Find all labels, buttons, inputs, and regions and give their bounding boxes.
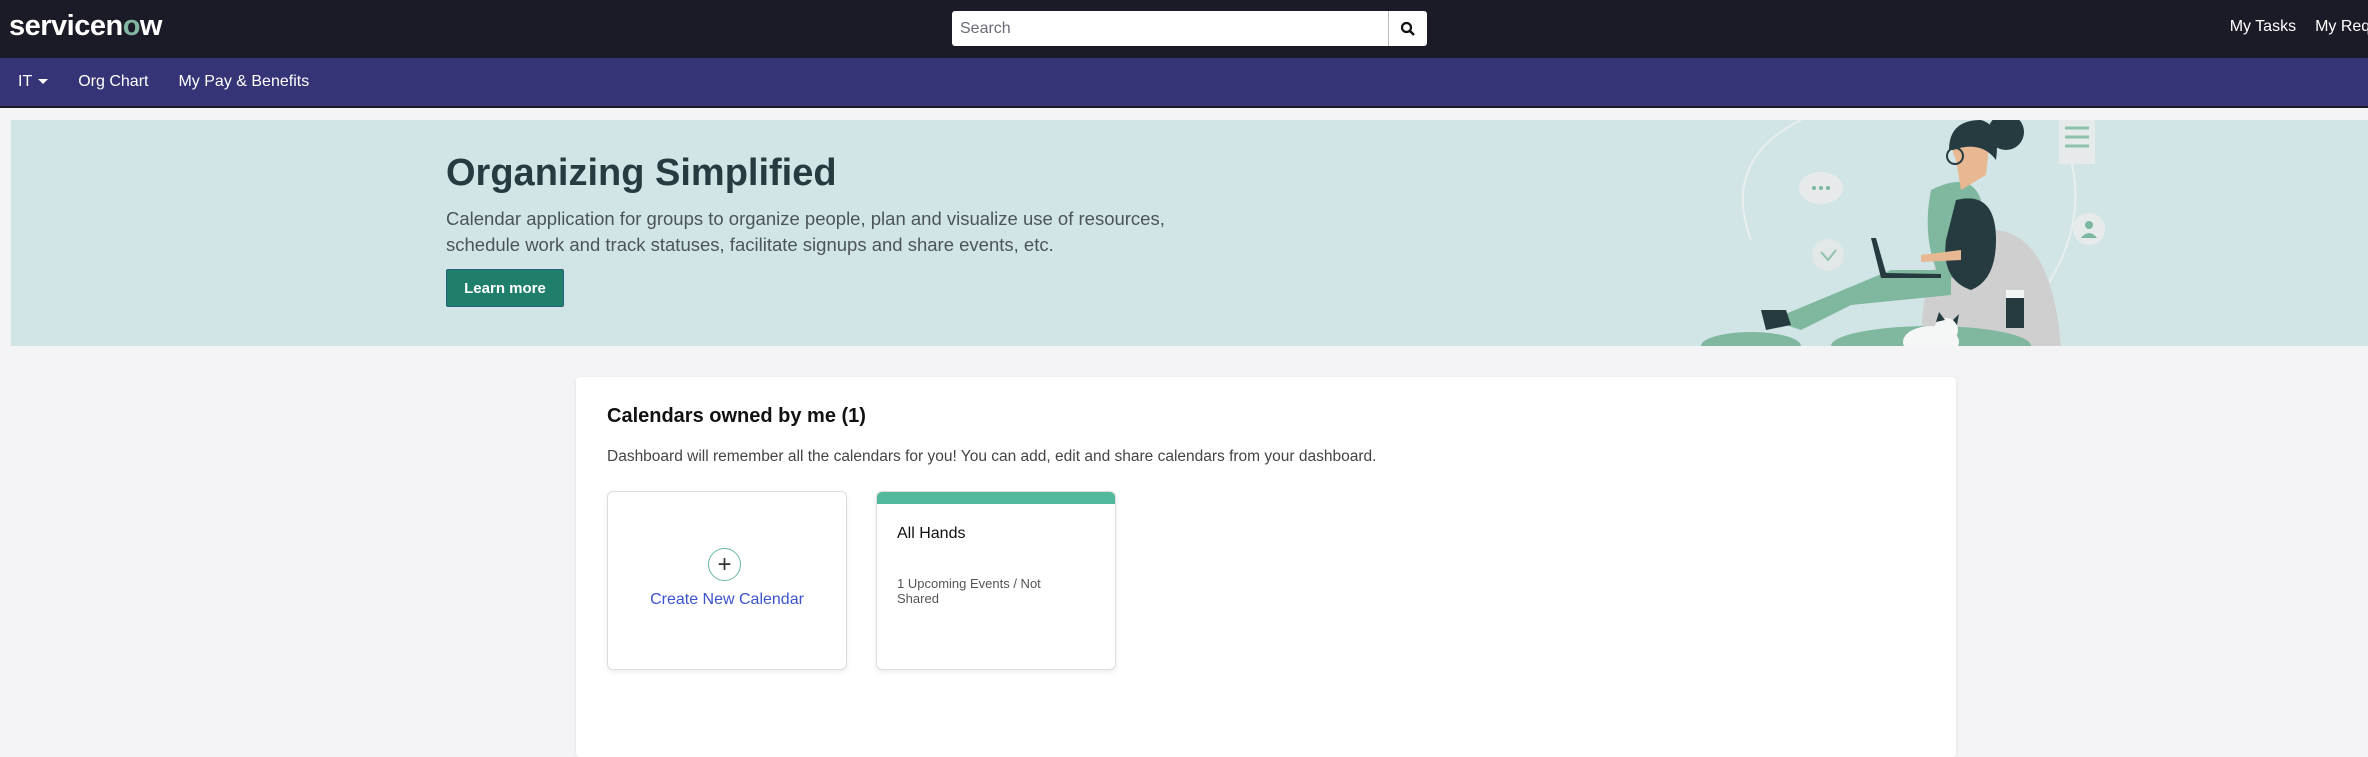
top-header: servicenow My Tasks My Reque xyxy=(0,0,2368,58)
nav-item-label: IT xyxy=(18,73,33,90)
banner-title: Organizing Simplified xyxy=(446,152,837,194)
servicenow-logo[interactable]: servicenow xyxy=(9,10,162,43)
calendar-status: 1 Upcoming Events / Not Shared xyxy=(897,576,1041,606)
banner-description: Calendar application for groups to organ… xyxy=(446,208,1165,255)
learn-more-button[interactable]: Learn more xyxy=(446,269,564,307)
calendar-color-bar xyxy=(877,492,1115,504)
hero-banner: Organizing Simplified Calendar applicati… xyxy=(11,120,2368,346)
my-tasks-link[interactable]: My Tasks xyxy=(2230,18,2296,36)
search-button[interactable] xyxy=(1388,11,1427,46)
search-box xyxy=(952,11,1427,46)
search-input[interactable] xyxy=(952,11,1388,46)
my-requests-link[interactable]: My Reque xyxy=(2315,18,2368,36)
calendar-title: All Hands xyxy=(897,525,966,542)
woman-with-laptop-illustration xyxy=(1701,120,2105,346)
calendar-card[interactable]: All Hands 1 Upcoming Events / Not Shared xyxy=(876,491,1116,670)
main-nav: IT Org Chart My Pay & Benefits xyxy=(0,58,2368,108)
nav-item-it[interactable]: IT xyxy=(18,73,49,91)
plus-icon: + xyxy=(708,548,741,581)
calendars-heading: Calendars owned by me (1) xyxy=(607,405,866,427)
nav-item-pay-benefits[interactable]: My Pay & Benefits xyxy=(178,73,309,91)
calendars-description: Dashboard will remember all the calendar… xyxy=(607,448,1377,465)
search-icon xyxy=(1400,21,1415,36)
create-calendar-label[interactable]: Create New Calendar xyxy=(608,591,846,609)
nav-item-org-chart[interactable]: Org Chart xyxy=(78,73,148,91)
calendars-panel: Calendars owned by me (1) Dashboard will… xyxy=(576,377,1956,757)
create-calendar-card[interactable]: + Create New Calendar xyxy=(607,491,847,670)
caret-down-icon xyxy=(38,79,49,85)
